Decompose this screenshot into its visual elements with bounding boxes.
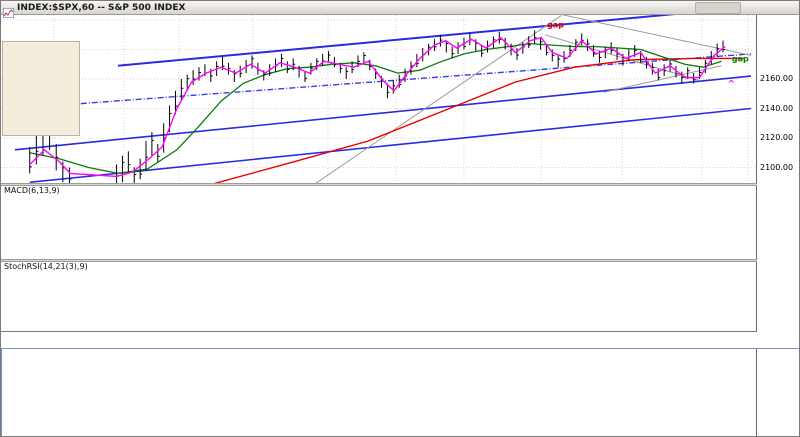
data-window xyxy=(2,41,80,136)
price-panel[interactable]: gap gap ^ xyxy=(1,15,757,183)
caret-annotation-magenta: ^ xyxy=(727,79,735,89)
qcharts-window: INDEX:$SPX,60 -- S&P 500 INDEX gap gap ^ M… xyxy=(0,0,800,437)
axis-tick-label: 2100.00 xyxy=(760,162,794,172)
titlebar[interactable]: INDEX:$SPX,60 -- S&P 500 INDEX xyxy=(1,1,799,18)
channel-lower xyxy=(14,75,752,151)
gap-annotation-green: gap xyxy=(732,54,749,63)
breadth-panel[interactable] xyxy=(2,350,756,428)
breadth-axis[interactable] xyxy=(756,349,799,436)
macd-panel[interactable] xyxy=(1,186,757,259)
window-title: INDEX:$SPX,60 -- S&P 500 INDEX xyxy=(17,2,186,13)
channel-bottom xyxy=(29,107,752,183)
macd-panel-label: MACD(6,13,9) xyxy=(3,186,61,195)
axis-tick-label: 2140.00 xyxy=(760,103,794,113)
breadth-panel-window xyxy=(1,348,799,436)
price-axis[interactable]: 2160.00 2140.00 2120.00 2100.00 xyxy=(756,15,799,183)
ma-fast-magenta xyxy=(29,36,726,178)
stochrsi-panel[interactable] xyxy=(1,262,757,331)
axis-tick-label: 2160.00 xyxy=(760,74,794,83)
ma-slow-red xyxy=(213,57,744,183)
macd-axis[interactable] xyxy=(756,186,799,259)
axis-tick-label: 2120.00 xyxy=(760,133,794,142)
stochrsi-panel-label: StochRSI(14,21(3),9) xyxy=(3,262,89,271)
app-icon xyxy=(2,3,15,18)
background-window-artifact xyxy=(695,2,741,14)
stochrsi-axis[interactable] xyxy=(756,262,799,331)
time-axis[interactable] xyxy=(1,331,757,348)
breadth-time-axis xyxy=(2,428,756,436)
gap-annotation-red: gap xyxy=(547,20,564,29)
